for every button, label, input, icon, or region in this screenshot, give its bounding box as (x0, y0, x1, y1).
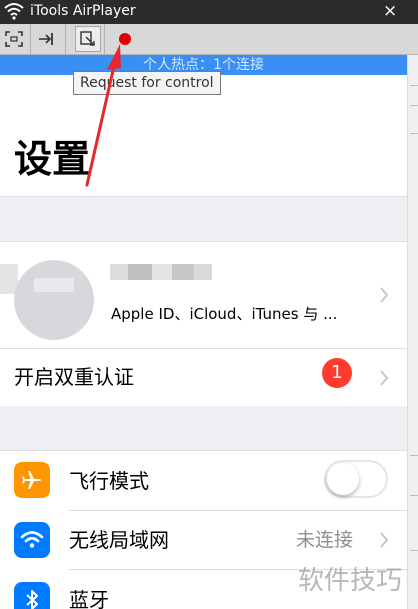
pin-button[interactable] (34, 26, 60, 52)
fullscreen-button[interactable] (1, 26, 27, 52)
scrollbar[interactable] (407, 55, 418, 609)
window-titlebar: iTools AirPlayer × (0, 0, 418, 24)
pin-icon (39, 33, 53, 45)
notification-badge: 1 (322, 358, 352, 388)
fullscreen-icon (5, 31, 23, 47)
apple-id-row[interactable]: Apple ID、iCloud、iTunes 与 ... (0, 242, 407, 348)
wlan-status: 未连接 (296, 529, 354, 551)
record-icon (119, 33, 131, 45)
chevron-right-icon (380, 370, 389, 386)
watermark: 软件技巧 (298, 566, 403, 596)
apple-id-subtitle: Apple ID、iCloud、iTunes 与 ... (111, 305, 338, 323)
record-button[interactable] (112, 26, 138, 52)
airplane-icon (14, 462, 50, 498)
two-factor-label: 开启双重认证 (14, 365, 134, 389)
wlan-label: 无线局域网 (69, 528, 169, 552)
page-title: 设置 (14, 137, 91, 181)
screenshot-button[interactable] (75, 26, 101, 52)
toolbar (0, 24, 418, 55)
settings-page: 设置 Apple ID、iCloud、iTunes 与 ... 开启双重认证 1… (0, 75, 407, 609)
toggle-knob (327, 463, 359, 495)
screenshot-icon (80, 31, 95, 46)
airplane-mode-toggle[interactable] (324, 460, 388, 498)
chevron-right-icon (380, 287, 389, 303)
bluetooth-label: 蓝牙 (69, 588, 109, 609)
bluetooth-icon (14, 582, 50, 609)
avatar (14, 260, 94, 340)
close-button[interactable]: × (383, 1, 397, 21)
wifi-icon (14, 522, 50, 558)
tooltip: Request for control (73, 71, 221, 95)
chevron-right-icon (380, 532, 389, 548)
wifi-logo-icon (4, 3, 24, 20)
airplane-mode-label: 飞行模式 (69, 469, 149, 493)
window-title: iTools AirPlayer (30, 3, 136, 19)
